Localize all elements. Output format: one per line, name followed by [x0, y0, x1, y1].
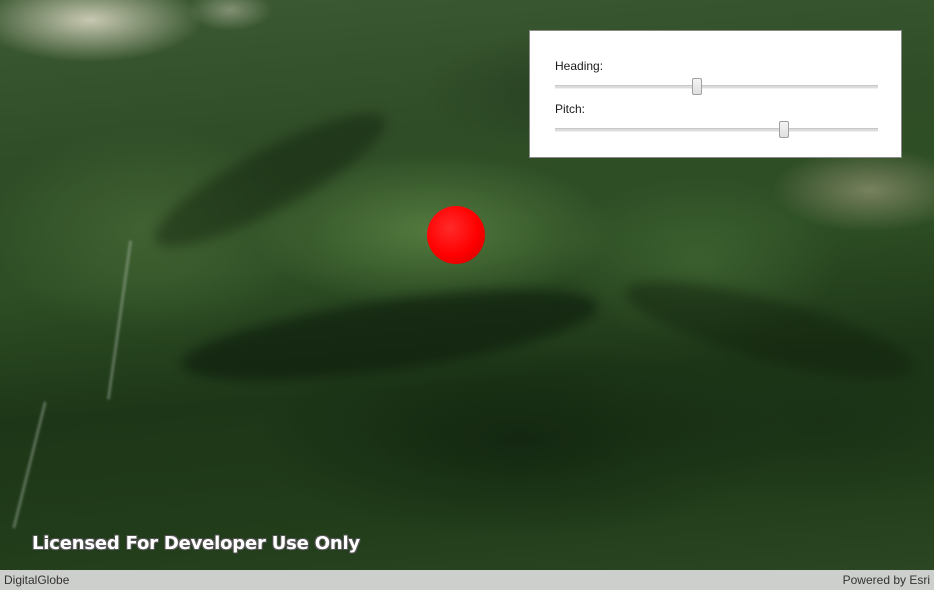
terrain-shadow [141, 92, 399, 268]
powered-by-esri[interactable]: Powered by Esri [843, 573, 930, 587]
terrain-shadow [177, 271, 603, 399]
pitch-label: Pitch: [555, 102, 586, 116]
pitch-slider[interactable] [555, 120, 878, 140]
heading-slider[interactable] [555, 77, 878, 97]
camera-controls-panel: Heading: Pitch: [529, 30, 902, 158]
attribution-bar: DigitalGlobe Powered by Esri [0, 570, 934, 590]
heading-label: Heading: [555, 59, 604, 73]
heading-slider-track[interactable] [555, 85, 878, 89]
red-sphere-marker[interactable] [427, 206, 485, 264]
attribution-source: DigitalGlobe [4, 573, 70, 587]
heading-slider-thumb[interactable] [692, 78, 703, 95]
river [12, 401, 47, 529]
terrain-shadow [617, 262, 923, 398]
pitch-slider-track[interactable] [555, 128, 878, 132]
pitch-slider-thumb[interactable] [779, 121, 790, 138]
river [106, 240, 133, 400]
developer-watermark: Licensed For Developer Use Only [32, 533, 360, 554]
